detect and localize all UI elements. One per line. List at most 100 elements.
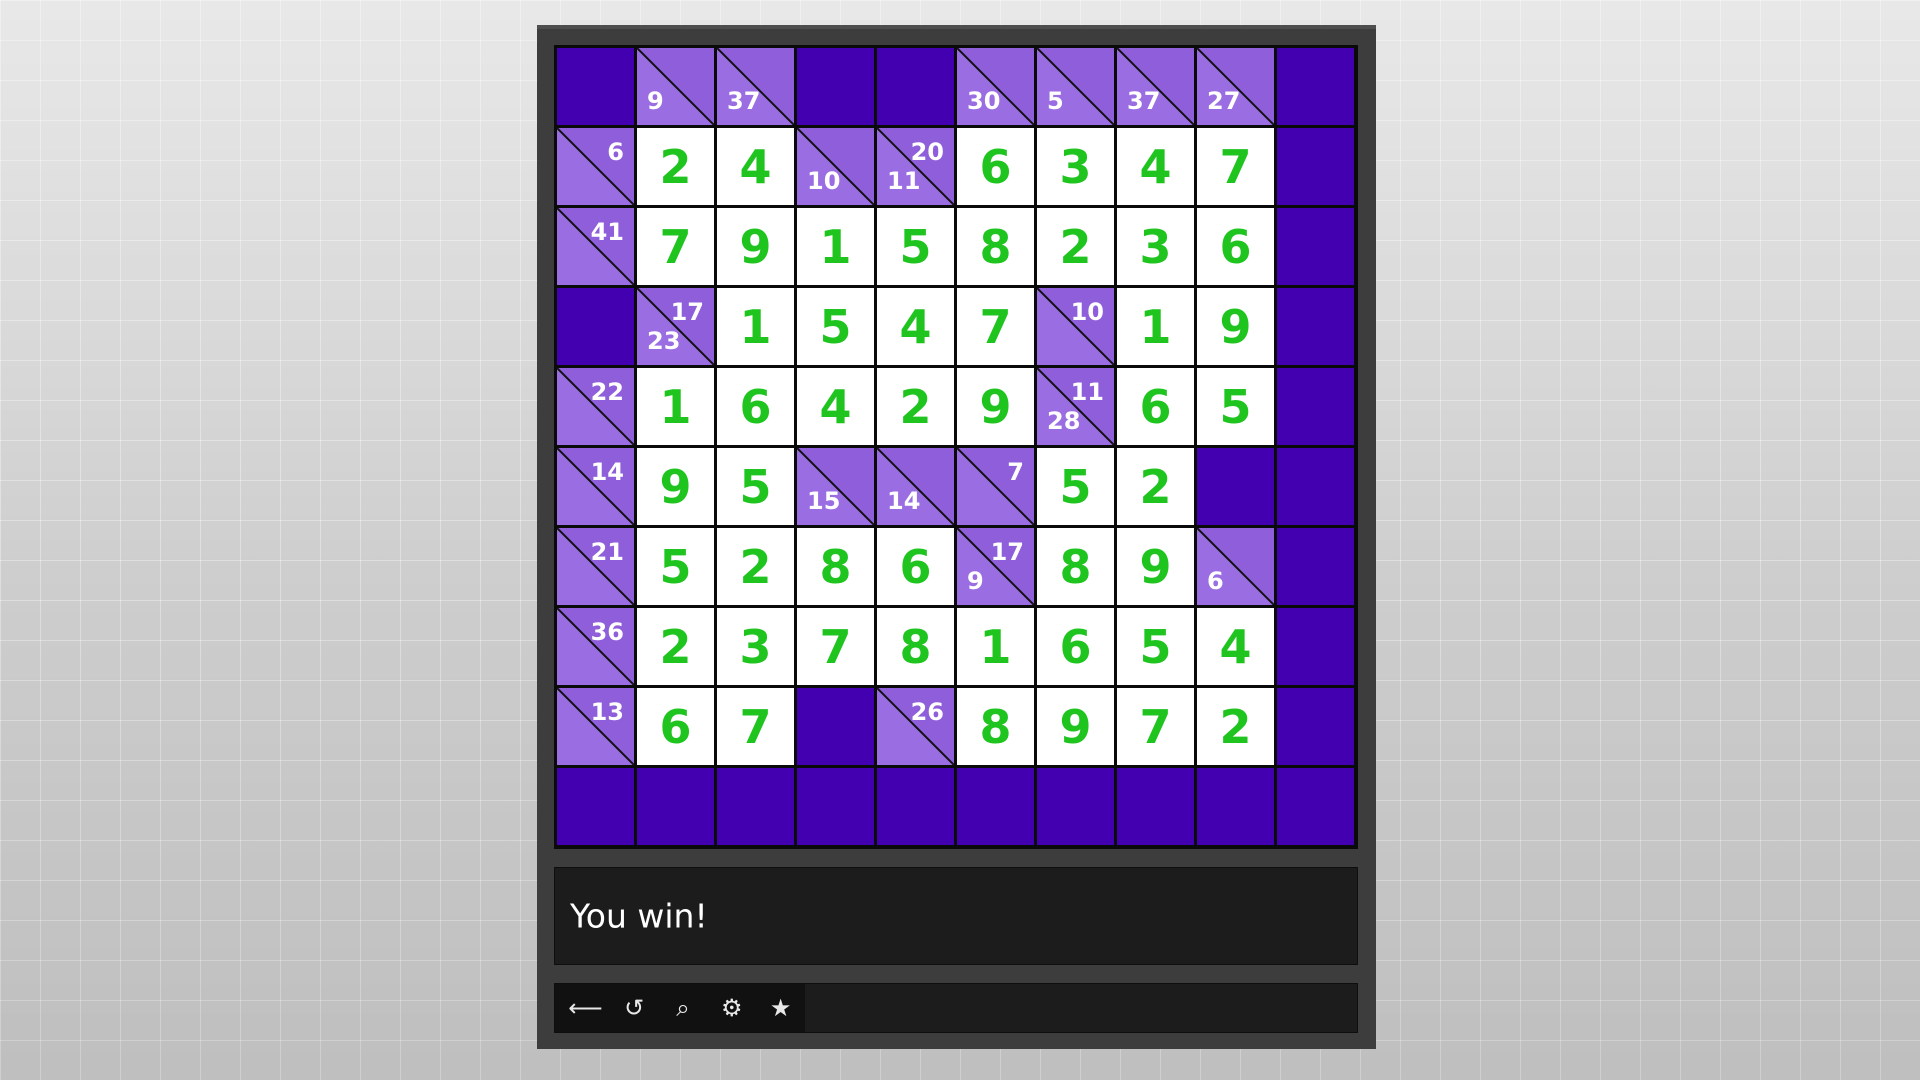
down-clue: 10 bbox=[807, 167, 841, 195]
entry-cell[interactable]: 8 bbox=[797, 528, 874, 605]
block-cell bbox=[1117, 768, 1194, 845]
entry-cell[interactable]: 1 bbox=[797, 208, 874, 285]
block-cell bbox=[877, 768, 954, 845]
back-button[interactable]: ⟵ bbox=[561, 984, 610, 1032]
entry-cell[interactable]: 6 bbox=[717, 368, 794, 445]
gear-icon: ⚙ bbox=[721, 994, 743, 1022]
down-clue: 30 bbox=[967, 87, 1001, 115]
entry-cell[interactable]: 7 bbox=[1197, 128, 1274, 205]
status-panel: You win! bbox=[554, 867, 1358, 965]
entry-cell[interactable]: 5 bbox=[877, 208, 954, 285]
clue-cell: 14 bbox=[877, 448, 954, 525]
cell-value: 8 bbox=[899, 619, 932, 674]
entry-cell[interactable]: 8 bbox=[957, 208, 1034, 285]
cell-value: 1 bbox=[739, 299, 772, 354]
block-cell bbox=[1277, 528, 1354, 605]
block-cell bbox=[717, 768, 794, 845]
entry-cell[interactable]: 3 bbox=[1117, 208, 1194, 285]
entry-cell[interactable]: 6 bbox=[637, 688, 714, 765]
cell-value: 9 bbox=[1059, 699, 1092, 754]
cell-value: 6 bbox=[1059, 619, 1092, 674]
entry-cell[interactable]: 7 bbox=[957, 288, 1034, 365]
entry-cell[interactable]: 4 bbox=[1197, 608, 1274, 685]
entry-cell[interactable]: 9 bbox=[1037, 688, 1114, 765]
entry-cell[interactable]: 8 bbox=[877, 608, 954, 685]
restart-button[interactable]: ↺ bbox=[610, 984, 659, 1032]
entry-cell[interactable]: 2 bbox=[637, 608, 714, 685]
entry-cell[interactable]: 4 bbox=[797, 368, 874, 445]
entry-cell[interactable]: 5 bbox=[1037, 448, 1114, 525]
cell-value: 1 bbox=[819, 219, 852, 274]
entry-cell[interactable]: 7 bbox=[1117, 688, 1194, 765]
clue-cell: 41 bbox=[557, 208, 634, 285]
entry-cell[interactable]: 6 bbox=[957, 128, 1034, 205]
entry-cell[interactable]: 2 bbox=[717, 528, 794, 605]
entry-cell[interactable]: 4 bbox=[877, 288, 954, 365]
search-button[interactable]: ⌕ bbox=[659, 984, 708, 1032]
entry-cell[interactable]: 1 bbox=[717, 288, 794, 365]
across-clue: 11 bbox=[1070, 378, 1104, 406]
down-clue: 11 bbox=[887, 167, 921, 195]
cell-value: 3 bbox=[1139, 219, 1172, 274]
game-frame: 9 37 30 5 37 27 6 2 4 10 20 11 6 3 4 7 41 7 9 1 5 8 2 3 6 17 23 1 5 4… bbox=[537, 25, 1376, 1049]
entry-cell[interactable]: 1 bbox=[957, 608, 1034, 685]
kakuro-board: 9 37 30 5 37 27 6 2 4 10 20 11 6 3 4 7 41 7 9 1 5 8 2 3 6 17 23 1 5 4… bbox=[554, 45, 1358, 849]
cell-value: 5 bbox=[659, 539, 692, 594]
entry-cell[interactable]: 3 bbox=[1037, 128, 1114, 205]
entry-cell[interactable]: 7 bbox=[717, 688, 794, 765]
entry-cell[interactable]: 5 bbox=[1117, 608, 1194, 685]
entry-cell[interactable]: 7 bbox=[797, 608, 874, 685]
entry-cell[interactable]: 2 bbox=[637, 128, 714, 205]
down-clue: 9 bbox=[647, 87, 664, 115]
entry-cell[interactable]: 9 bbox=[717, 208, 794, 285]
entry-cell[interactable]: 9 bbox=[1117, 528, 1194, 605]
entry-cell[interactable]: 2 bbox=[1197, 688, 1274, 765]
block-cell bbox=[797, 688, 874, 765]
clue-cell: 5 bbox=[1037, 48, 1114, 125]
entry-cell[interactable]: 2 bbox=[1117, 448, 1194, 525]
entry-cell[interactable]: 5 bbox=[797, 288, 874, 365]
cell-value: 4 bbox=[899, 299, 932, 354]
cell-value: 3 bbox=[1059, 139, 1092, 194]
block-cell bbox=[637, 768, 714, 845]
entry-cell[interactable]: 2 bbox=[877, 368, 954, 445]
entry-cell[interactable]: 8 bbox=[1037, 528, 1114, 605]
entry-cell[interactable]: 8 bbox=[957, 688, 1034, 765]
cell-value: 9 bbox=[739, 219, 772, 274]
entry-cell[interactable]: 6 bbox=[877, 528, 954, 605]
clue-cell: 37 bbox=[1117, 48, 1194, 125]
down-clue: 28 bbox=[1047, 407, 1081, 435]
entry-cell[interactable]: 6 bbox=[1197, 208, 1274, 285]
cell-value: 2 bbox=[1059, 219, 1092, 274]
across-clue: 7 bbox=[1007, 458, 1024, 486]
entry-cell[interactable]: 5 bbox=[637, 528, 714, 605]
entry-cell[interactable]: 5 bbox=[717, 448, 794, 525]
entry-cell[interactable]: 6 bbox=[1037, 608, 1114, 685]
entry-cell[interactable]: 9 bbox=[637, 448, 714, 525]
cell-value: 2 bbox=[659, 619, 692, 674]
entry-cell[interactable]: 1 bbox=[637, 368, 714, 445]
entry-cell[interactable]: 6 bbox=[1117, 368, 1194, 445]
cell-value: 7 bbox=[659, 219, 692, 274]
entry-cell[interactable]: 7 bbox=[637, 208, 714, 285]
entry-cell[interactable]: 3 bbox=[717, 608, 794, 685]
settings-button[interactable]: ⚙ bbox=[707, 984, 756, 1032]
cell-value: 7 bbox=[1219, 139, 1252, 194]
entry-cell[interactable]: 2 bbox=[1037, 208, 1114, 285]
entry-cell[interactable]: 4 bbox=[717, 128, 794, 205]
favorite-button[interactable]: ★ bbox=[756, 984, 805, 1032]
block-cell bbox=[1277, 288, 1354, 365]
entry-cell[interactable]: 1 bbox=[1117, 288, 1194, 365]
entry-cell[interactable]: 9 bbox=[957, 368, 1034, 445]
block-cell bbox=[797, 768, 874, 845]
cell-value: 7 bbox=[739, 699, 772, 754]
cell-value: 3 bbox=[739, 619, 772, 674]
down-clue: 9 bbox=[967, 567, 984, 595]
clue-cell: 13 bbox=[557, 688, 634, 765]
across-clue: 36 bbox=[590, 618, 624, 646]
entry-cell[interactable]: 9 bbox=[1197, 288, 1274, 365]
down-clue: 27 bbox=[1207, 87, 1241, 115]
entry-cell[interactable]: 5 bbox=[1197, 368, 1274, 445]
entry-cell[interactable]: 4 bbox=[1117, 128, 1194, 205]
cell-value: 7 bbox=[979, 299, 1012, 354]
